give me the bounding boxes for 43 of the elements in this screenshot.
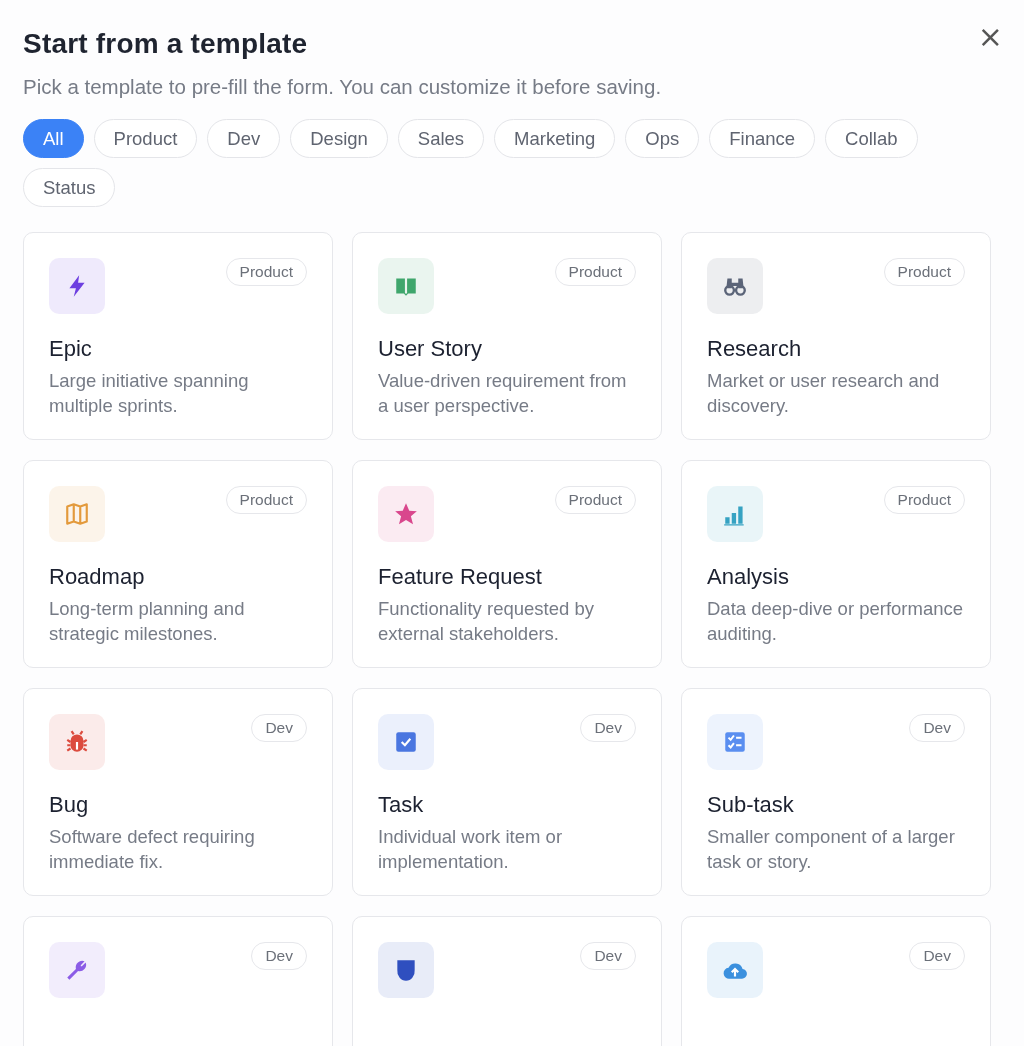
filter-chip[interactable]: Ops [625,119,700,158]
template-card[interactable]: Dev Task Individual work item or implementation. [352,688,662,896]
dialog-subtitle: Pick a template to pre-fill the form. You can customize it before saving. [23,75,663,99]
template-description: Software defect requiring immediate fix. [49,825,256,874]
filter-chip[interactable]: Design [290,119,388,158]
template-description: Individual work item or implementation. [378,825,564,874]
filter-chip[interactable]: Sales [397,119,485,158]
template-description: Smaller component of a larger task or story. [707,825,956,874]
template-description: Functionality requested by external stakeholders. [378,597,595,646]
template-title: User Story [378,336,483,362]
template-description: Data deep-dive or performance auditing. [707,597,965,646]
template-title: Sub-task [707,792,795,818]
template-card[interactable]: Dev [681,916,991,1046]
template-card[interactable]: Dev [352,916,662,1046]
template-card[interactable]: Product User Story Value-driven requirement from a user perspective. [352,232,662,440]
close-button[interactable]: × [977,22,1003,52]
template-title: Analysis [707,564,790,590]
filter-chip[interactable]: Marketing [494,119,616,158]
template-title: Roadmap [49,564,146,590]
dialog-title: Start from a template [23,28,308,60]
template-title: Research [707,336,803,362]
template-title: Task [378,792,425,818]
template-description: Market or user research and discovery. [707,369,941,418]
template-description: Long-term planning and strategic milestones. [49,597,246,646]
template-card[interactable]: Dev Sub-task Smaller component of a larger task or story. [681,688,991,896]
filter-chip[interactable]: Collab [825,119,918,158]
template-card[interactable]: Product Research Market or user research and discovery. [681,232,991,440]
template-card[interactable]: Product Epic Large initiative spanning multiple sprints. [23,232,333,440]
template-description: Large initiative spanning multiple sprints. [49,369,250,418]
template-title: Feature Request [378,564,543,590]
template-description: Value-driven requirement from a user perspective. [378,369,628,418]
filter-chip[interactable]: Status [23,168,116,207]
template-title: Bug [49,792,90,818]
filter-chip[interactable]: Finance [709,119,816,158]
template-card[interactable]: Product Analysis Data deep-dive or performance auditing. [681,460,991,668]
filter-chip[interactable]: Product [93,119,198,158]
filter-chip[interactable]: All [23,119,84,158]
template-card[interactable]: Product Feature Request Functionality requested by external stakeholders. [352,460,662,668]
template-title: Epic [49,336,93,362]
filter-chip[interactable]: Dev [207,119,281,158]
template-card[interactable]: Dev [23,916,333,1046]
template-card[interactable]: Dev Bug Software defect requiring immediate fix. [23,688,333,896]
template-card[interactable]: Product Roadmap Long-term planning and strategic milestones. [23,460,333,668]
